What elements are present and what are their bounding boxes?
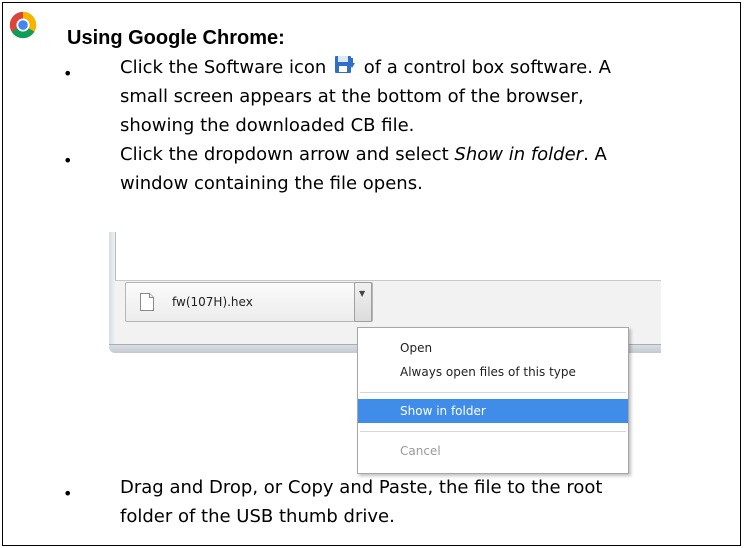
menu-item-cancel[interactable]: Cancel [358,439,628,463]
step-1-line-2: small screen appears at the bottom of th… [120,86,584,107]
step-2: Click the dropdown arrow and select Show… [120,140,720,198]
file-icon [140,293,154,311]
bullet-1: • [63,64,73,83]
step-3-line-1: Drag and Drop, or Copy and Paste, the fi… [120,477,603,498]
context-menu: Open Always open files of this type Show… [357,327,629,474]
page-title: Using Google Chrome: [67,27,285,49]
menu-separator [360,392,626,393]
instruction-box: Using Google Chrome: • Click the Softwar… [2,2,741,546]
menu-item-show-in-folder[interactable]: Show in folder [358,399,628,423]
step-1-line-1-post: of a control box software. A [363,57,611,78]
chevron-down-icon: ▼ [359,289,366,298]
software-download-icon [335,56,355,73]
menu-separator [360,431,626,432]
step-2-line-1-pre: Click the dropdown arrow and select [120,144,455,165]
step-2-line-1-italic: Show in folder [454,144,584,165]
menu-item-always-open[interactable]: Always open files of this type [358,360,628,384]
step-1-line-1-pre: Click the Software icon [120,57,327,78]
menu-item-open[interactable]: Open [358,336,628,360]
download-dropdown-arrow[interactable]: ▼ [354,282,372,322]
browser-screenshot: fw(107H).hex ▼ Open Always open files of… [109,232,661,484]
download-file-name: fw(107H).hex [172,295,253,309]
bullet-3: • [63,484,73,503]
download-item[interactable]: fw(107H).hex [125,282,373,322]
step-1-line-3: showing the downloaded CB file. [120,115,415,136]
bullet-2: • [63,151,73,170]
step-3: Drag and Drop, or Copy and Paste, the fi… [120,473,720,531]
google-chrome-logo-icon [9,11,37,39]
step-1: Click the Software icon of a control box… [120,53,720,140]
step-2-line-2: window containing the file opens. [120,173,423,194]
step-3-line-2: folder of the USB thumb drive. [120,506,395,527]
step-2-line-1-post: . A [583,144,607,165]
